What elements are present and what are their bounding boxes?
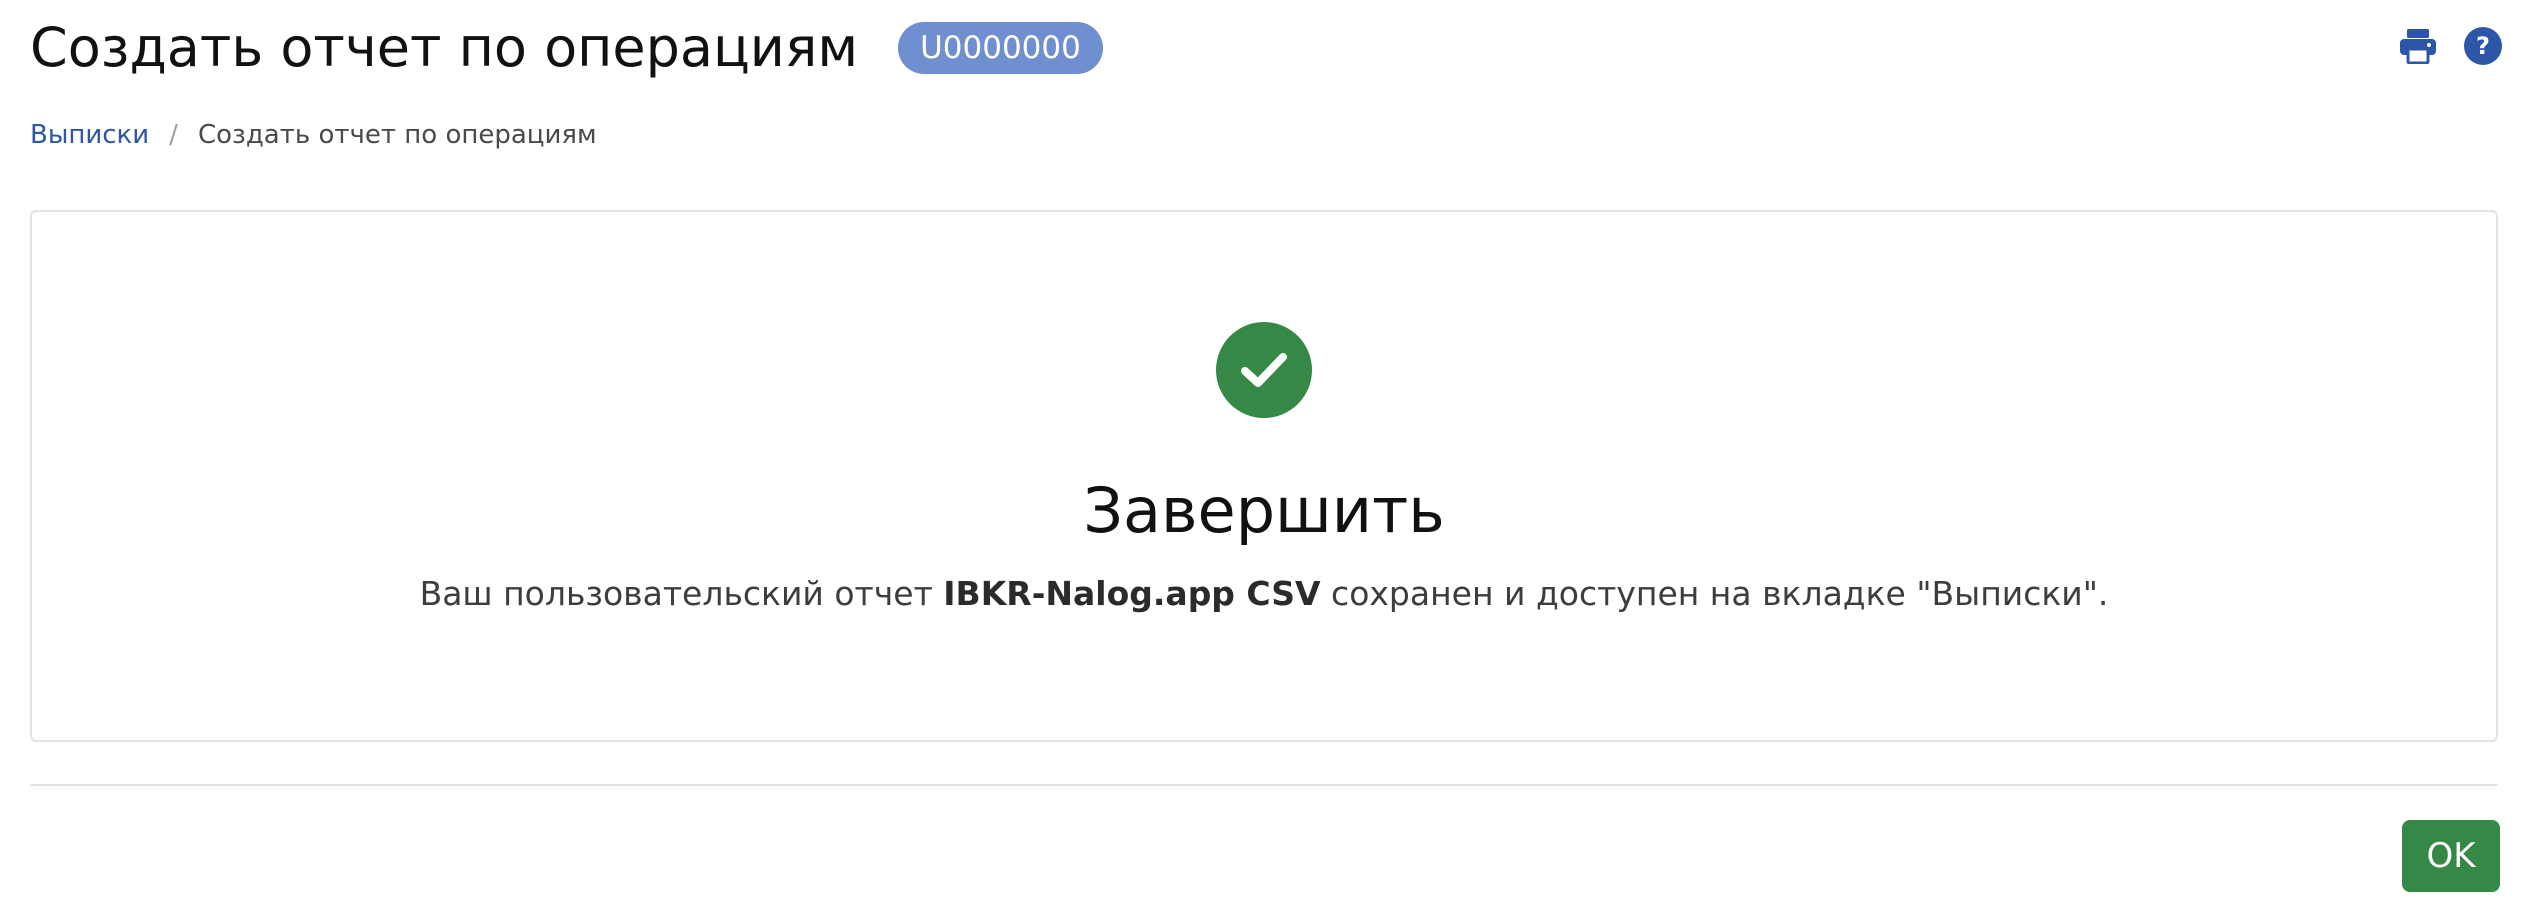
success-badge xyxy=(1216,322,1312,418)
page-title: Создать отчет по операциям xyxy=(30,16,859,79)
ok-button[interactable]: OK xyxy=(2402,820,2500,892)
help-button[interactable]: ? xyxy=(2464,27,2502,65)
print-button[interactable] xyxy=(2398,26,2438,66)
breadcrumb-separator: / xyxy=(169,120,178,150)
breadcrumb: Выписки / Создать отчет по операциям xyxy=(30,120,597,150)
status-message-prefix: Ваш пользовательский отчет xyxy=(419,574,944,613)
page-header: Создать отчет по операциям U0000000 xyxy=(30,8,1103,88)
account-badge: U0000000 xyxy=(898,21,1103,75)
printer-icon xyxy=(2400,29,2436,64)
header-actions: ? xyxy=(2398,26,2502,66)
report-name: IBKR-Nalog.app CSV xyxy=(943,574,1321,613)
breadcrumb-current: Создать отчет по операциям xyxy=(197,120,597,150)
page: Создать отчет по операциям U0000000 ? Вы… xyxy=(0,0,2530,900)
footer-divider xyxy=(30,784,2498,786)
help-icon: ? xyxy=(2476,32,2490,60)
status-title: Завершить xyxy=(1083,474,1445,547)
status-message-suffix: сохранен и доступен на вкладке "Выписки"… xyxy=(1320,574,2109,613)
result-card: Завершить Ваш пользовательский отчет IBK… xyxy=(30,210,2498,742)
status-message: Ваш пользовательский отчет IBKR-Nalog.ap… xyxy=(32,574,2496,614)
breadcrumb-link-statements[interactable]: Выписки xyxy=(30,120,149,150)
checkmark-icon xyxy=(1241,353,1287,387)
